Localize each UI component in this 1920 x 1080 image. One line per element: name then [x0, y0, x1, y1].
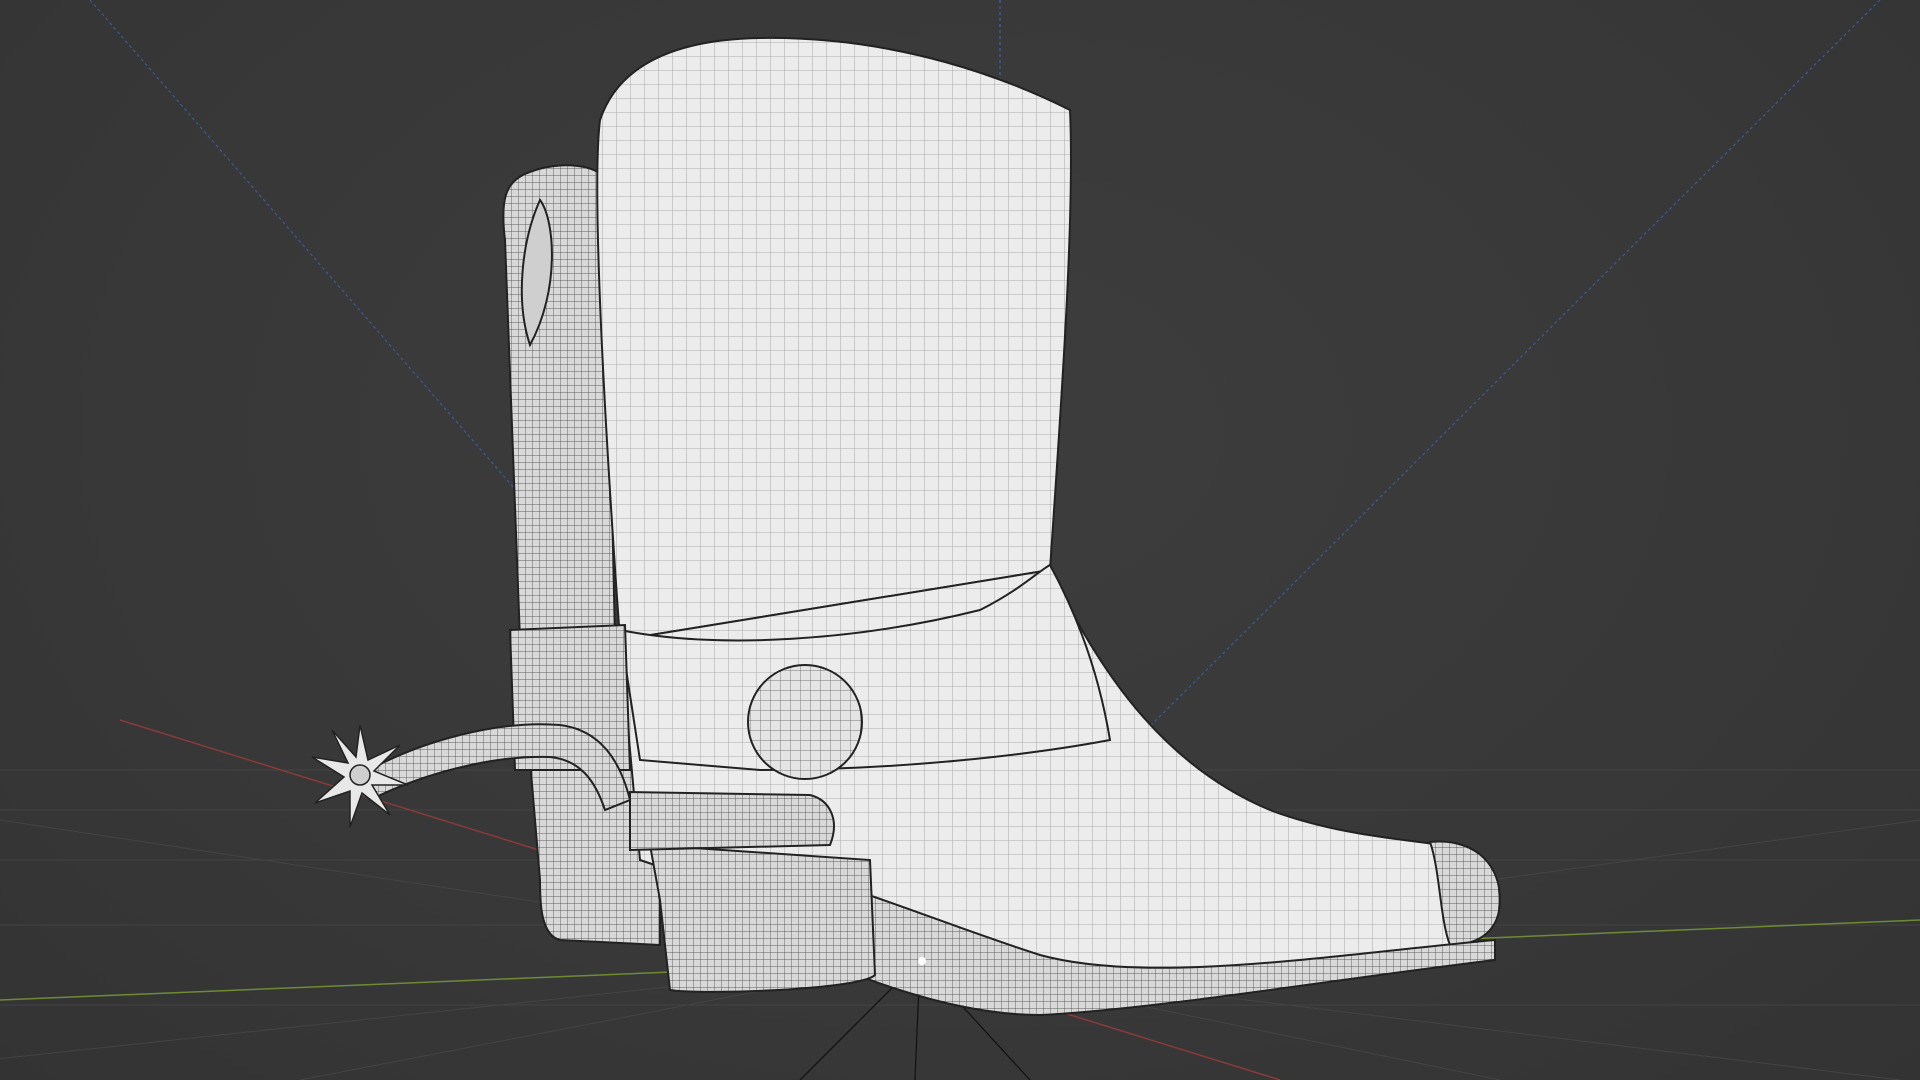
heel-band[interactable] [629, 790, 835, 852]
3d-viewport[interactable] [0, 0, 1920, 1080]
boot-shaft[interactable] [596, 36, 1072, 642]
strap-button[interactable] [747, 664, 863, 780]
boot-heel[interactable] [648, 843, 877, 993]
origin-point-icon [918, 957, 926, 965]
cowboy-boot-mesh[interactable] [358, 36, 1502, 1017]
viewport-scene[interactable] [0, 0, 1920, 1080]
